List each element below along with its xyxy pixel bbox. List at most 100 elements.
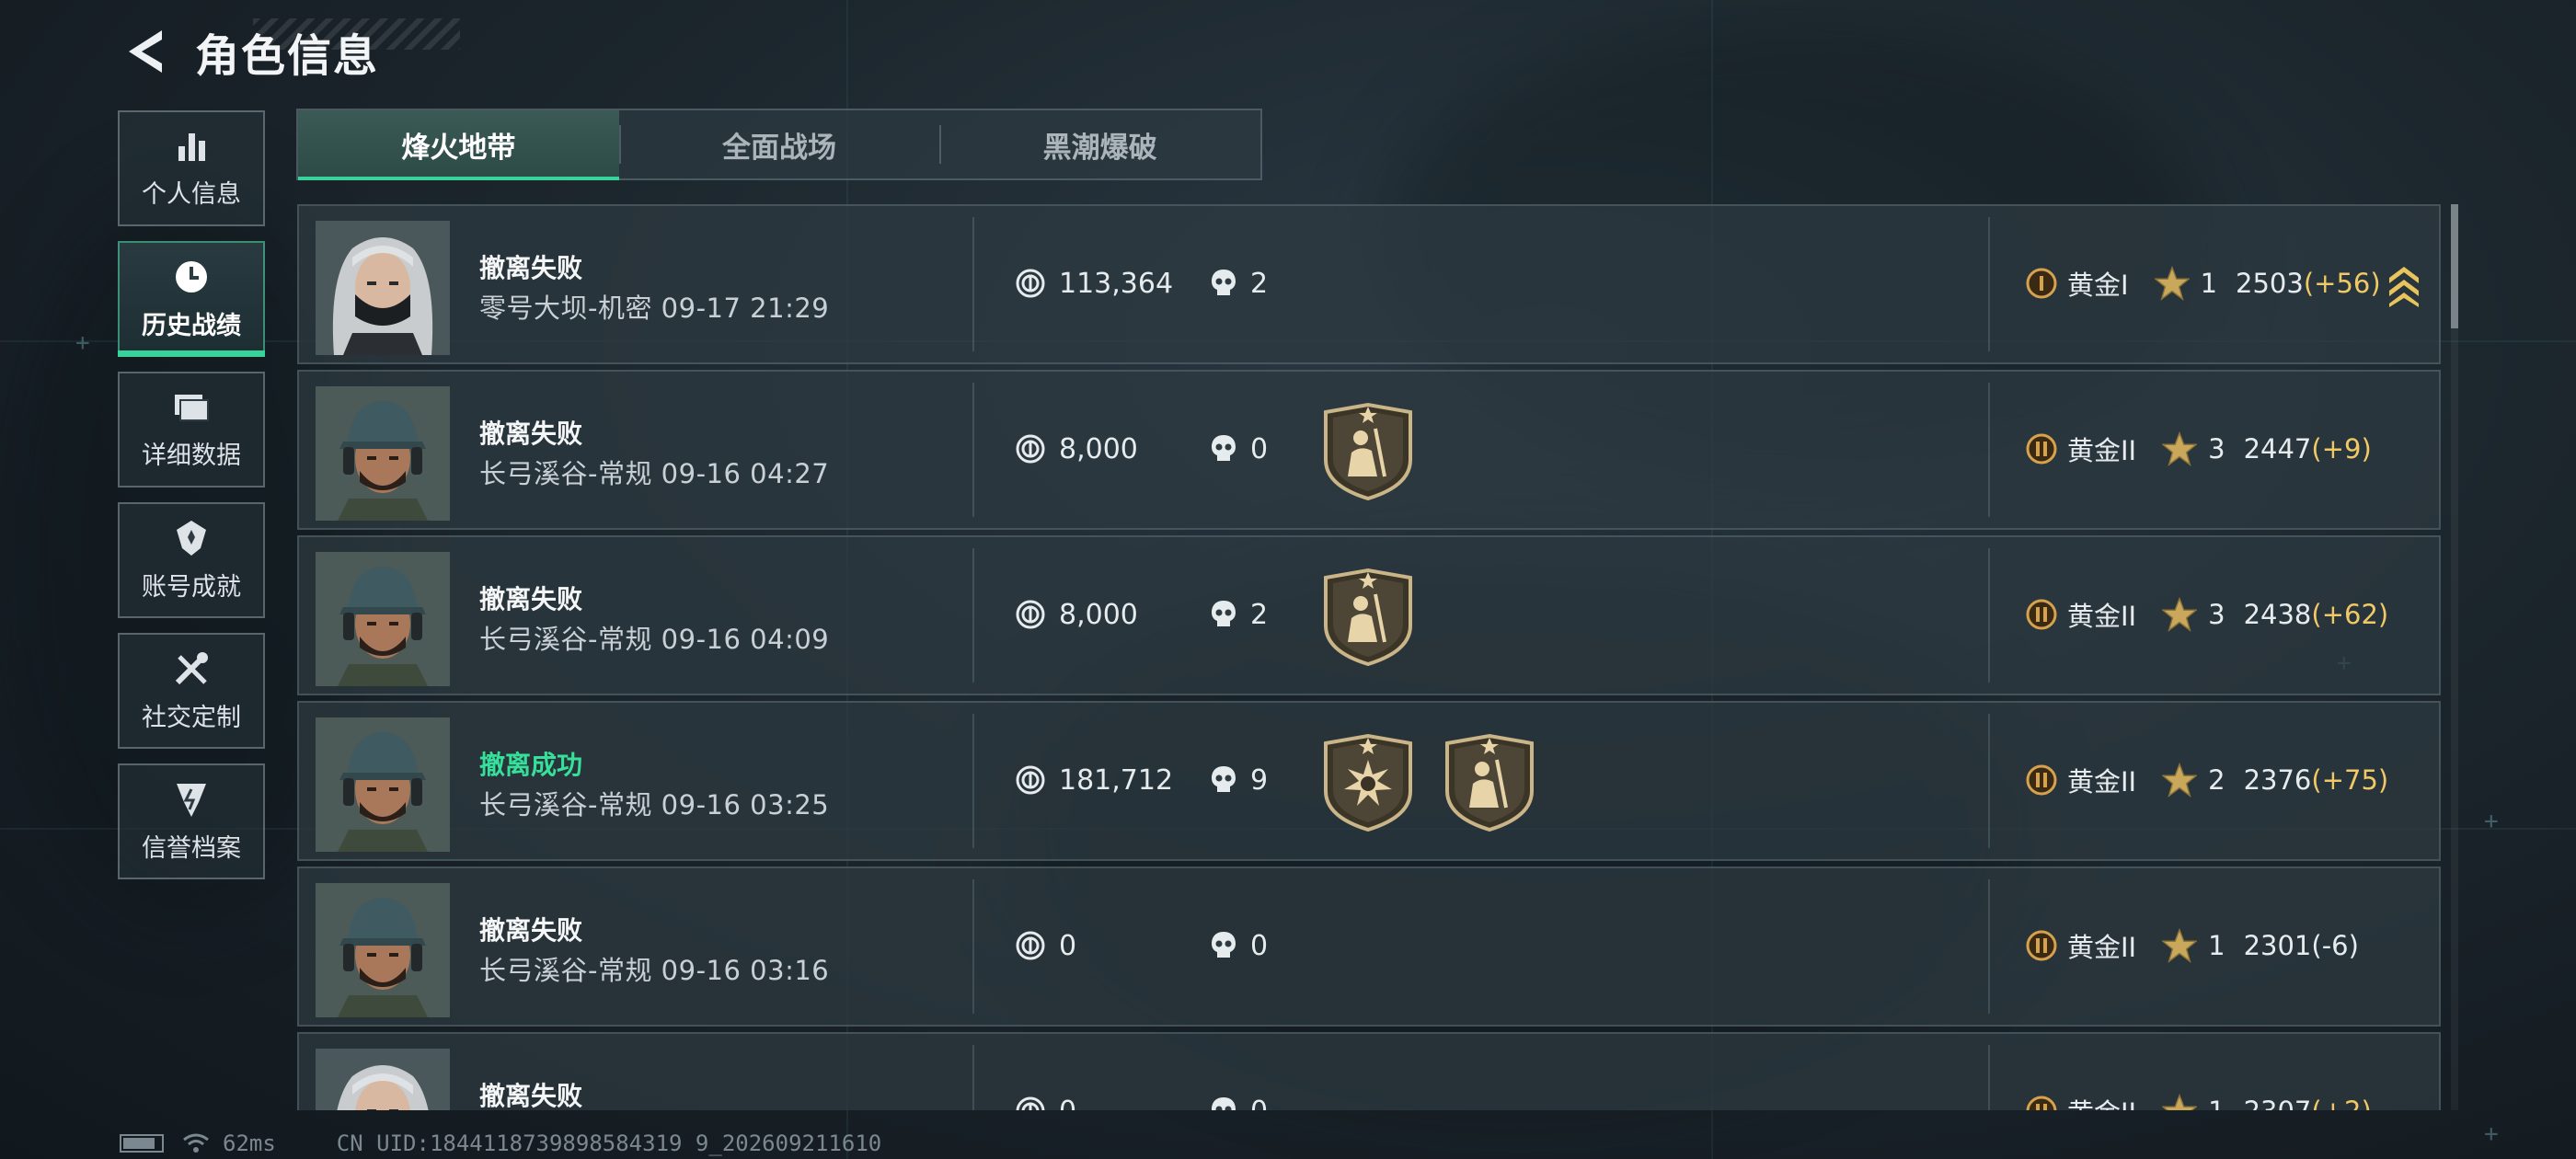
rank-score: 2301 [2243, 930, 2312, 961]
match-row[interactable]: 撤离失败 长弓溪谷-常规 09-16 04:09 8,000 2 黄金II 3 2438 (+… [297, 535, 2441, 695]
rank-score: 2503 [2236, 268, 2304, 299]
folder-icon [175, 394, 209, 421]
rank-info: 黄金II 1 2301 (-6) [2025, 927, 2359, 964]
sidebar-item-personal-info[interactable]: 个人信息 [118, 110, 265, 226]
money-earned: 8,000 [1015, 430, 1138, 467]
score-delta: (-6) [2311, 930, 2359, 961]
sidebar-item-social-custom[interactable]: 社交定制 [118, 633, 265, 749]
medal-list [1320, 567, 1416, 668]
star-icon [2154, 266, 2190, 301]
score-delta: (+62) [2311, 599, 2389, 630]
star-icon [2162, 928, 2198, 963]
rank-score: 2376 [2243, 764, 2312, 796]
back-button[interactable] [120, 26, 167, 77]
kill-count: 0 [1210, 927, 1268, 964]
battery-icon [120, 1134, 164, 1153]
match-row[interactable]: 撤离失败 长弓溪谷-常规 09-16 04:27 8,000 0 黄金II 3 2447 (+… [297, 370, 2441, 530]
operator-avatar-frame [316, 883, 450, 1017]
ping-value: 62ms [223, 1130, 276, 1156]
sidebar-item-detailed-data[interactable]: 详细数据 [118, 372, 265, 488]
extraction-status: 撤离失败 [479, 1081, 583, 1110]
scrollbar-thumb[interactable] [2451, 204, 2458, 328]
extraction-status: 撤离失败 [479, 915, 583, 946]
rank-tier-badge-icon [2026, 930, 2057, 961]
rank-tier-badge-icon [2026, 1096, 2057, 1110]
scrollbar[interactable] [2451, 204, 2458, 1110]
mode-tabs: 烽火地带 全面战场 黑潮爆破 [296, 109, 1262, 180]
rank-info: 黄金II 1 2307(+2) [2025, 1093, 2372, 1110]
money-earned: 8,000 [1015, 596, 1138, 633]
wifi-icon [183, 1133, 209, 1153]
divider [972, 714, 974, 848]
map-and-time: 长弓溪谷-常规 09-16 04:09 [479, 624, 830, 655]
divider [1988, 879, 1990, 1014]
star-icon [2162, 763, 2198, 798]
divider [972, 879, 974, 1014]
sidebar-item-achievements[interactable]: 账号成就 [118, 502, 265, 618]
match-row[interactable]: 撤离失败 0 0 黄金II 1 2307(+2) [297, 1032, 2441, 1110]
star-icon [2162, 1094, 2198, 1110]
map-and-time: 长弓溪谷-常规 09-16 03:16 [479, 955, 830, 986]
divider [972, 1045, 974, 1110]
operator-avatar [316, 386, 450, 521]
burst-medal-icon [1324, 733, 1412, 832]
map-and-time: 长弓溪谷-常规 09-16 04:27 [479, 458, 830, 489]
map-and-time: 长弓溪谷-常规 09-16 03:25 [479, 789, 830, 820]
operator-avatar [316, 883, 450, 1017]
star-count: 3 [2208, 433, 2225, 465]
rank-name: 黄金II [2067, 932, 2137, 963]
money-value: 8,000 [1059, 598, 1138, 631]
star-icon [2162, 597, 2198, 632]
page-header: 角色信息 [120, 18, 379, 85]
star-count: 3 [2208, 599, 2225, 630]
divider [1988, 548, 1990, 683]
soldier-medal-icon [1324, 568, 1412, 667]
back-arrow-icon [129, 30, 162, 73]
kill-count: 0 [1210, 1093, 1268, 1110]
currency-icon [1016, 600, 1045, 629]
soldier-medal-icon [1445, 733, 1534, 832]
currency-icon [1016, 931, 1045, 960]
currency-icon [1016, 434, 1045, 464]
operator-avatar-frame [316, 1049, 450, 1110]
rank-name: 黄金II [2067, 601, 2137, 632]
star-icon [2162, 431, 2198, 466]
match-row[interactable]: 撤离成功 长弓溪谷-常规 09-16 03:25 181,712 9 黄金II 2 2376… [297, 701, 2441, 861]
rank-name: 黄金II [2067, 435, 2137, 466]
rank-up-chevron-icon [2389, 267, 2419, 307]
clock-icon [176, 260, 207, 293]
kill-skull-icon [1212, 766, 1236, 792]
money-value: 8,000 [1059, 432, 1138, 465]
rank-score: 2307 [2244, 1096, 2312, 1110]
score-delta: (+9) [2311, 433, 2372, 465]
star-count: 1 [2208, 930, 2225, 961]
rank-name: 黄金II [2067, 766, 2137, 798]
match-row[interactable]: 撤离失败 长弓溪谷-常规 09-16 03:16 0 0 黄金II 1 2301 (-6) [297, 866, 2441, 1027]
rank-tier-badge-icon [2026, 764, 2057, 796]
tab-black-tide[interactable]: 黑潮爆破 [939, 110, 1260, 178]
tab-full-battlefield[interactable]: 全面战场 [618, 110, 940, 178]
currency-icon [1016, 765, 1045, 795]
operator-avatar [316, 221, 450, 355]
kill-skull-icon [1212, 270, 1236, 295]
match-row[interactable]: 撤离失败 零号大坝-机密 09-17 21:29 113,364 2 黄金I 1 2503(… [297, 204, 2441, 364]
sidebar-item-credit-profile[interactable]: 信誉档案 [118, 763, 265, 879]
soldier-medal-icon [1324, 402, 1412, 501]
status-footer: 62ms CN UID:1844118739898584319 9_202609… [120, 1130, 881, 1157]
kill-skull-icon [1212, 932, 1236, 958]
match-history-list: 撤离失败 零号大坝-机密 09-17 21:29 113,364 2 黄金I 1 2503(… [297, 204, 2441, 1110]
kill-value: 0 [1250, 1096, 1268, 1111]
star-count: 2 [2208, 764, 2225, 796]
sidebar-item-label: 个人信息 [142, 179, 241, 209]
tab-warfire-zone[interactable]: 烽火地带 [298, 110, 619, 180]
rank-score: 2447 [2243, 433, 2312, 465]
operator-avatar [316, 717, 450, 852]
extraction-status: 撤离成功 [479, 750, 583, 780]
kill-count: 2 [1210, 596, 1268, 633]
kill-count: 0 [1210, 430, 1268, 467]
kill-value: 9 [1250, 763, 1269, 797]
sidebar-item-match-history[interactable]: 历史战绩 [118, 241, 265, 357]
divider [1988, 1045, 1990, 1110]
star-count: 1 [2200, 268, 2218, 299]
money-value: 113,364 [1059, 267, 1174, 300]
